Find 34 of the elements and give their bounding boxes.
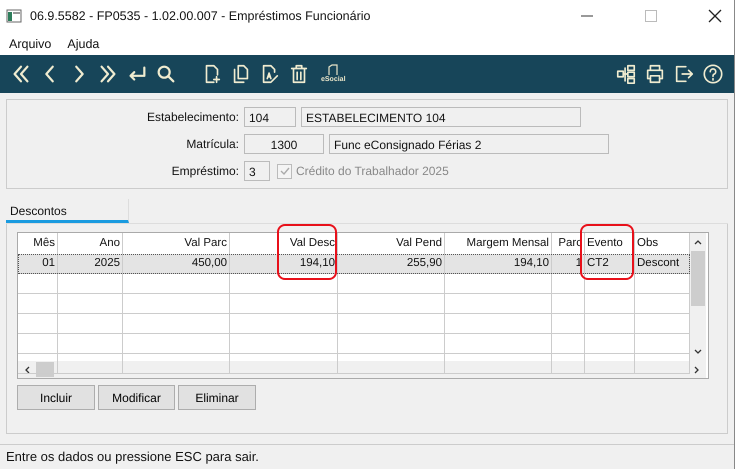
search-icon[interactable] [155, 63, 177, 85]
scrollbar-thumb[interactable] [691, 251, 705, 306]
trash-icon[interactable] [288, 63, 310, 85]
table-cell: CT2 [585, 254, 635, 273]
code-field[interactable]: 1300 [244, 134, 324, 154]
scrollbar-thumb[interactable] [36, 362, 54, 377]
table-cell: 194,10 [230, 254, 338, 273]
checkmark-icon [278, 165, 290, 177]
code-field[interactable]: 104 [244, 107, 296, 127]
window-title: 06.9.5582 - FP0535 - 1.02.00.007 - Empréstimos Funcionário [30, 9, 370, 23]
field-label: Estabelecimento: [146, 110, 239, 124]
menu-item[interactable]: Arquivo [9, 36, 52, 50]
table-cell: 450,00 [123, 254, 230, 273]
checkbox-label: Crédito do Trabalhador 2025 [296, 164, 449, 178]
exit-icon[interactable] [673, 63, 695, 85]
table-cell: 255,90 [338, 254, 445, 273]
name-field[interactable]: Func eConsignado Férias 2 [329, 134, 609, 154]
field-label: Empréstimo: [170, 164, 239, 178]
close-icon[interactable] [708, 9, 722, 23]
tab[interactable]: Descontos [6, 199, 129, 223]
table-cell: 01 [18, 254, 58, 273]
print-icon[interactable] [644, 63, 666, 85]
menu-item[interactable]: Ajuda [67, 36, 100, 50]
help-icon[interactable] [702, 63, 724, 85]
hierarchy-icon[interactable] [615, 63, 637, 85]
app-icon [6, 8, 22, 24]
field-label: Matrícula: [185, 137, 239, 151]
table-cell: 194,10 [445, 254, 552, 273]
document-icon [326, 64, 340, 76]
table-cell: 2025 [58, 254, 123, 273]
name-field[interactable]: ESTABELECIMENTO 104 [301, 107, 581, 127]
action-button[interactable]: Incluir [17, 385, 95, 410]
action-button[interactable]: Modificar [98, 385, 175, 410]
action-button[interactable]: Eliminar [178, 385, 256, 410]
